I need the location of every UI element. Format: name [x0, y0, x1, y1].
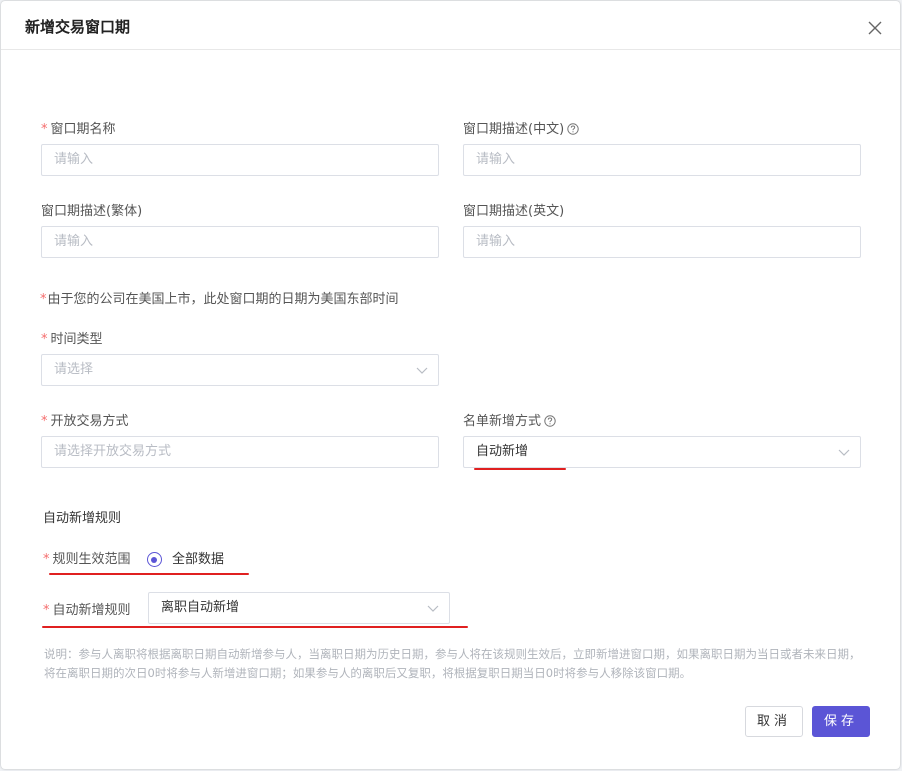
open-mode-input[interactable]: 请选择开放交易方式	[41, 436, 439, 468]
desc-tw-input[interactable]: 请输入	[41, 226, 439, 258]
scope-option-label: 全部数据	[171, 552, 224, 567]
dialog-title: 新增交易窗口期	[25, 18, 131, 36]
open-mode-label-wrap: * 开放交易方式	[41, 413, 129, 431]
time-type-label-wrap: * 时间类型	[41, 331, 103, 349]
chevron-down-icon	[427, 605, 439, 612]
time-type-select[interactable]: 请选择	[41, 354, 439, 386]
question-circle-icon[interactable]	[544, 414, 556, 427]
close-icon[interactable]	[867, 20, 883, 36]
scope-radio[interactable]	[146, 552, 162, 567]
list-add-mode-label-wrap: 名单新增方式	[463, 413, 556, 431]
list-add-mode-label: 名单新增方式	[463, 413, 556, 431]
save-button[interactable]: 保存	[812, 706, 870, 737]
annotation-underline	[49, 573, 249, 575]
rule-value: 离职自动新增	[161, 600, 240, 615]
desc-cn-label: 窗口期描述(中文)	[463, 121, 579, 139]
desc-en-label: 窗口期描述(英文)	[463, 204, 565, 219]
name-label: * 窗口期名称	[41, 122, 116, 137]
annotation-underline	[42, 626, 468, 628]
name-field-label-wrap: * 窗口期名称	[41, 121, 116, 139]
chevron-down-icon	[838, 449, 850, 456]
desc-tw-label-wrap: 窗口期描述(繁体)	[41, 203, 142, 221]
dialog-header: 新增交易窗口期	[1, 1, 900, 50]
open-mode-label: * 开放交易方式	[41, 414, 129, 429]
desc-cn-input[interactable]: 请输入	[463, 144, 861, 176]
list-add-mode-value: 自动新增	[476, 444, 529, 459]
desc-en-input[interactable]: 请输入	[463, 226, 861, 258]
time-type-label: * 时间类型	[41, 332, 103, 347]
desc-cn-label-wrap: 窗口期描述(中文)	[463, 121, 579, 139]
chevron-down-icon	[416, 367, 428, 374]
dialog: 新增交易窗口期 * 窗口期名称 请输入 窗口期描述(中文) 请输入 窗口期描述(繁…	[1, 1, 900, 769]
question-circle-icon[interactable]	[567, 122, 579, 135]
auto-rules-title: 自动新增规则	[43, 511, 122, 526]
annotation-underline	[474, 468, 566, 470]
cancel-button[interactable]: 取消	[745, 706, 803, 737]
scope-label: 规则生效范围	[52, 552, 131, 567]
rule-label: * 自动新增规则	[43, 603, 131, 618]
timezone-note: *由于您的公司在美国上市，此处窗口期的日期为美国东部时间	[40, 292, 399, 307]
rule-select[interactable]: 离职自动新增	[148, 592, 450, 624]
time-type-placeholder: 请选择	[54, 362, 94, 377]
name-input[interactable]: 请输入	[41, 144, 439, 176]
rule-description: 说明：参与人离职将根据离职日期自动新增参与人，当离职日期为历史日期，参与人将在该…	[44, 647, 861, 680]
desc-tw-label: 窗口期描述(繁体)	[41, 204, 143, 219]
desc-en-label-wrap: 窗口期描述(英文)	[463, 203, 564, 221]
scope-row: * 规则生效范围 全部数据	[43, 552, 224, 567]
list-add-mode-select[interactable]: 自动新增	[463, 436, 861, 468]
